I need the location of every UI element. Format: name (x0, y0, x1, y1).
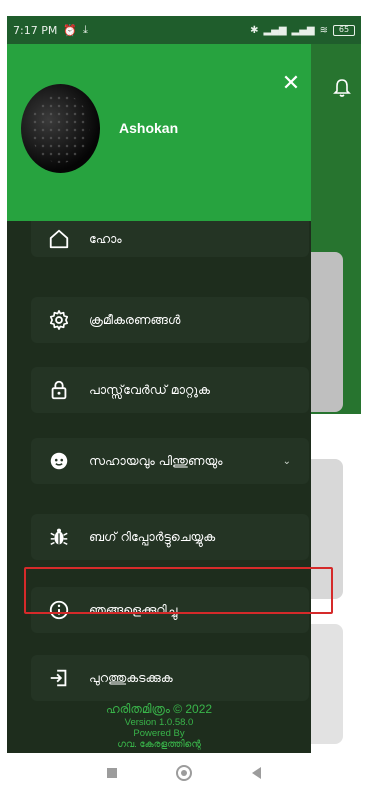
home-button-icon[interactable] (176, 765, 193, 781)
drawer-header: Ashokan ✕ (7, 44, 311, 221)
highlight-box (24, 567, 333, 614)
alarm-icon: ⏰ (63, 23, 78, 37)
menu-item-change-password[interactable]: പാസ്സ്‌വേർഡ് മാറ്റുക (31, 367, 309, 413)
footer-brand: ഹരിതമിത്രം © 2022 (105, 702, 213, 716)
menu-item-label: ഹോം (89, 231, 122, 246)
wifi-icon: ≋ (319, 24, 328, 36)
bell-icon[interactable] (333, 78, 351, 98)
menu-item-label: ക്രമീകരണങ്ങൾ (89, 312, 181, 327)
menu-item-label: ബഗ് റിപ്പോർട്ടുചെയ്യുക (89, 529, 216, 544)
footer-powered-by: Powered By (133, 728, 185, 739)
drawer-footer: ഹരിതമിത്രം © 2022 Version 1.0.58.0 Power… (7, 702, 311, 750)
clock: 7:17 PM (13, 23, 58, 37)
lock-icon (47, 378, 71, 402)
menu-item-settings[interactable]: ക്രമീകരണങ്ങൾ (31, 297, 309, 343)
chevron-down-icon[interactable]: ⌄ (283, 456, 291, 467)
logout-icon (47, 666, 71, 690)
menu-item-logout[interactable]: പുറത്തുകടക്കുക (31, 655, 309, 701)
recents-icon[interactable] (106, 768, 117, 778)
system-nav-bar (7, 753, 361, 793)
navigation-drawer: Ashokan ✕ ഹോം ക്രമീകരണങ്ങൾ (7, 44, 311, 753)
close-icon[interactable]: ✕ (279, 72, 303, 96)
menu-item-label: സഹായവും പിന്തുണയും (89, 453, 223, 468)
menu-item-report-bug[interactable]: ബഗ് റിപ്പോർട്ടുചെയ്യുക (31, 514, 309, 560)
bug-icon (47, 525, 71, 549)
phone-screen: 7:17 PM ⏰ ⤓ ✱ ▂▄▆ ▂▄▆ ≋ 65 Ashokan ✕ ഹോം… (7, 16, 361, 793)
gear-icon (47, 308, 71, 332)
signal-icon: ▂▄▆ (263, 24, 287, 36)
back-icon[interactable] (252, 767, 262, 779)
menu-item-home[interactable]: ഹോം (31, 221, 309, 257)
menu-item-label: പാസ്സ്‌വേർഡ് മാറ്റുക (89, 382, 210, 397)
menu-item-help-support[interactable]: സഹായവും പിന്തുണയും ⌄ (31, 438, 309, 484)
battery-icon: 65 (333, 24, 355, 36)
username: Ashokan (119, 120, 179, 136)
avatar[interactable] (21, 84, 100, 173)
status-bar: 7:17 PM ⏰ ⤓ ✱ ▂▄▆ ▂▄▆ ≋ 65 (7, 16, 361, 44)
footer-org: ഗവ. കേരളത്തിന്റെ (117, 739, 201, 750)
signal-2-icon: ▂▄▆ (291, 24, 315, 36)
support-icon (47, 449, 71, 473)
footer-version: Version 1.0.58.0 (124, 717, 194, 728)
download-icon: ⤓ (83, 23, 88, 36)
menu-item-label: പുറത്തുകടക്കുക (89, 670, 173, 685)
bluetooth-icon: ✱ (250, 24, 259, 36)
home-icon (47, 227, 71, 251)
